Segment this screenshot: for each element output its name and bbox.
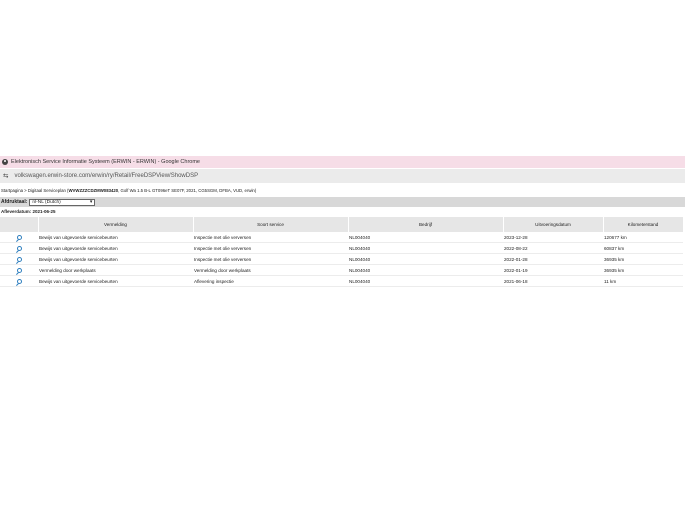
table-row[interactable]: Vermelding door werkplaats Vermelding do…: [0, 264, 683, 276]
print-language-label: Afdruktaal:: [1, 199, 28, 205]
service-history-table: Vermelding Soort service Bedrijf Uitvoer…: [0, 217, 684, 287]
table-row[interactable]: Bewijs van uitgevoerde servicebeurten In…: [0, 253, 683, 265]
magnifier-icon[interactable]: [17, 245, 22, 251]
breadcrumb-suffix: , Golf Wa 1.5 B-L GT096eT SE07F, 2021, C…: [118, 187, 257, 193]
cell-bedrijf: NL004040: [348, 264, 503, 276]
magnifier-icon[interactable]: [17, 278, 22, 284]
print-language-select[interactable]: nl-NL (Dutch) ▾: [29, 198, 96, 206]
breadcrumb-vin: WVWZZZCDZMW083420: [68, 187, 119, 193]
cell-vermelding: Bewijs van uitgevoerde servicebeurten: [38, 232, 193, 243]
cell-kilometerstand: 36935 km: [603, 264, 683, 276]
cell-vermelding: Bewijs van uitgevoerde servicebeurten: [38, 253, 193, 265]
magnifier-icon[interactable]: [17, 234, 22, 240]
cell-kilometerstand: 11 km: [603, 275, 683, 287]
table-row[interactable]: Bewijs van uitgevoerde servicebeurten In…: [0, 242, 683, 254]
cell-soort-service: Inspectie met olie verversen: [193, 232, 348, 243]
header-kilometerstand[interactable]: Kilometerstand: [603, 217, 684, 232]
cell-datum: 2022-01-28: [503, 253, 603, 265]
url-text[interactable]: volkswagen.erwin-store.com/erwin/ry/Reta…: [14, 173, 198, 179]
cell-kilometerstand: 60837 km: [603, 242, 683, 254]
header-vermelding[interactable]: Vermelding: [38, 217, 194, 232]
tune-icon[interactable]: ⇆: [3, 172, 8, 180]
print-language-bar: Afdruktaal: nl-NL (Dutch) ▾: [0, 197, 685, 207]
header-icon: [0, 217, 39, 232]
breadcrumb-prefix[interactable]: Startpagina > Digitaal Serviceplan (: [1, 188, 68, 193]
print-language-value: nl-NL (Dutch): [32, 199, 61, 205]
chrome-app-icon: [2, 159, 8, 165]
cell-datum: 2022-08-22: [503, 242, 603, 254]
table-header-row: Vermelding Soort service Bedrijf Uitvoer…: [0, 217, 684, 232]
cell-vermelding: Bewijs van uitgevoerde servicebeurten: [38, 242, 193, 254]
table-row[interactable]: Bewijs van uitgevoerde servicebeurten Af…: [0, 275, 683, 287]
chevron-down-icon: ▾: [89, 199, 93, 205]
window-title: Elektronisch Service Informatie Systeem …: [11, 159, 200, 165]
cell-soort-service: Aflevering inspectie: [193, 275, 348, 287]
header-soort-service[interactable]: Soort service: [193, 217, 349, 232]
browser-window: Elektronisch Service Informatie Systeem …: [0, 156, 685, 296]
cell-soort-service: Inspectie met olie verversen: [193, 242, 348, 254]
cell-datum: 2022-01-19: [503, 264, 603, 276]
cell-vermelding: Vermelding door werkplaats: [38, 264, 193, 276]
cell-bedrijf: NL004040: [348, 242, 503, 254]
title-bar: Elektronisch Service Informatie Systeem …: [0, 156, 685, 168]
breadcrumb: Startpagina > Digitaal Serviceplan (WVWZ…: [0, 185, 685, 195]
cell-kilometerstand: 120677 km: [603, 232, 683, 243]
cell-bedrijf: NL004040: [348, 275, 503, 287]
cell-datum: 2023-12-28: [503, 232, 603, 243]
page-content: Startpagina > Digitaal Serviceplan (WVWZ…: [0, 185, 685, 287]
cell-soort-service: Inspectie met olie verversen: [193, 253, 348, 265]
cell-bedrijf: NL004040: [348, 232, 503, 243]
header-uitvoeringsdatum[interactable]: Uitvoeringsdatum: [503, 217, 604, 232]
address-bar[interactable]: ⇆ volkswagen.erwin-store.com/erwin/ry/Re…: [0, 169, 685, 183]
cell-vermelding: Bewijs van uitgevoerde servicebeurten: [38, 275, 193, 287]
table-row[interactable]: Bewijs van uitgevoerde servicebeurten In…: [0, 232, 683, 243]
delivery-date: Afleverdatum: 2021-06-25: [1, 208, 56, 214]
magnifier-icon[interactable]: [17, 256, 22, 262]
magnifier-icon[interactable]: [17, 267, 22, 273]
header-bedrijf[interactable]: Bedrijf: [348, 217, 504, 232]
cell-datum: 2021-06-18: [503, 275, 603, 287]
cell-bedrijf: NL004040: [348, 253, 503, 265]
cell-soort-service: Vermelding door werkplaats: [193, 264, 348, 276]
cell-kilometerstand: 36935 km: [603, 253, 683, 265]
